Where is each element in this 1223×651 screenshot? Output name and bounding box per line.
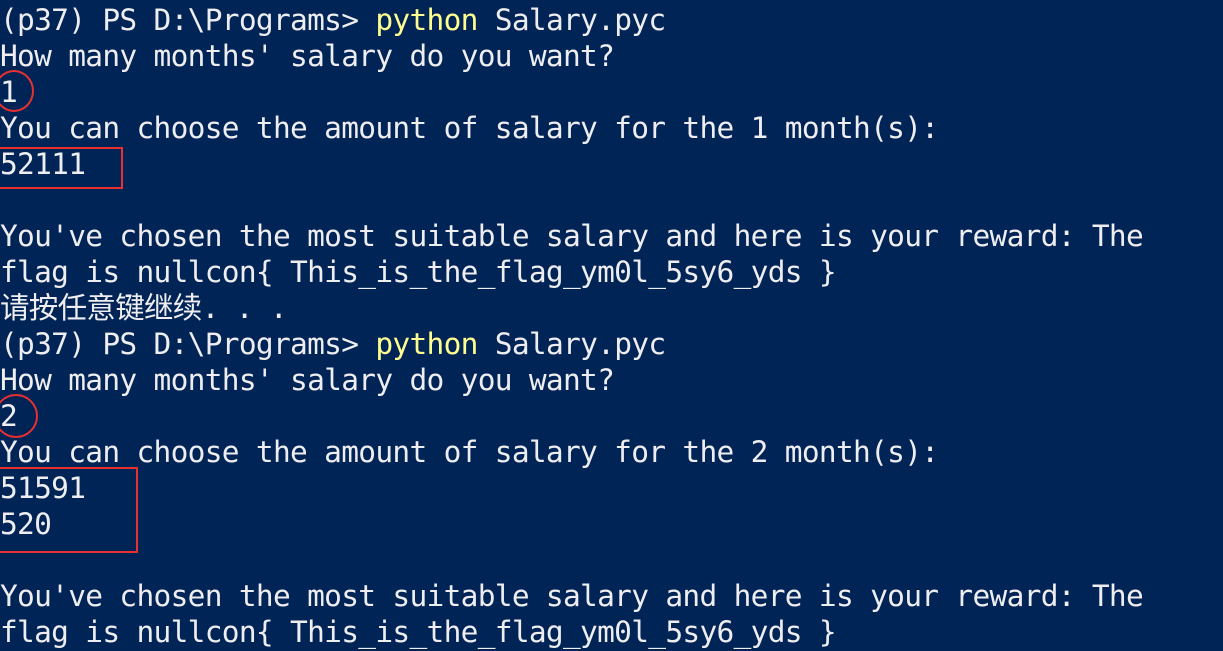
output-line: How many months' salary do you want? bbox=[0, 363, 615, 397]
output-line: You've chosen the most suitable salary a… bbox=[0, 579, 1144, 613]
flag-output-line: flag is nullcon{ This_is_the_flag_ym0l_5… bbox=[0, 255, 837, 289]
prompt-line: (p37) PS D:\Programs> python Salary.pyc bbox=[0, 2, 666, 38]
output-line: You can choose the amount of salary for … bbox=[0, 435, 939, 469]
flag-output-line: flag is nullcon{ This_is_the_flag_ym0l_5… bbox=[0, 615, 837, 649]
command-args: Salary.pyc bbox=[477, 3, 666, 37]
highlight-box bbox=[0, 147, 123, 189]
press-any-key-line: 请按任意键继续. . . bbox=[0, 291, 288, 325]
output-line: You can choose the amount of salary for … bbox=[0, 111, 939, 145]
prompt-line: (p37) PS D:\Programs> python Salary.pyc bbox=[0, 326, 666, 362]
command-name: python bbox=[375, 3, 478, 37]
prompt-text: (p37) PS D:\Programs> bbox=[0, 3, 376, 37]
command-name: python bbox=[375, 327, 478, 361]
highlight-box bbox=[0, 467, 138, 553]
output-line: You've chosen the most suitable salary a… bbox=[0, 219, 1144, 253]
output-line: How many months' salary do you want? bbox=[0, 39, 615, 73]
terminal-window[interactable]: (p37) PS D:\Programs> python Salary.pyc … bbox=[0, 0, 1223, 651]
highlight-circle bbox=[0, 394, 38, 438]
prompt-text: (p37) PS D:\Programs> bbox=[0, 327, 376, 361]
highlight-circle bbox=[0, 70, 34, 112]
command-args: Salary.pyc bbox=[477, 327, 666, 361]
